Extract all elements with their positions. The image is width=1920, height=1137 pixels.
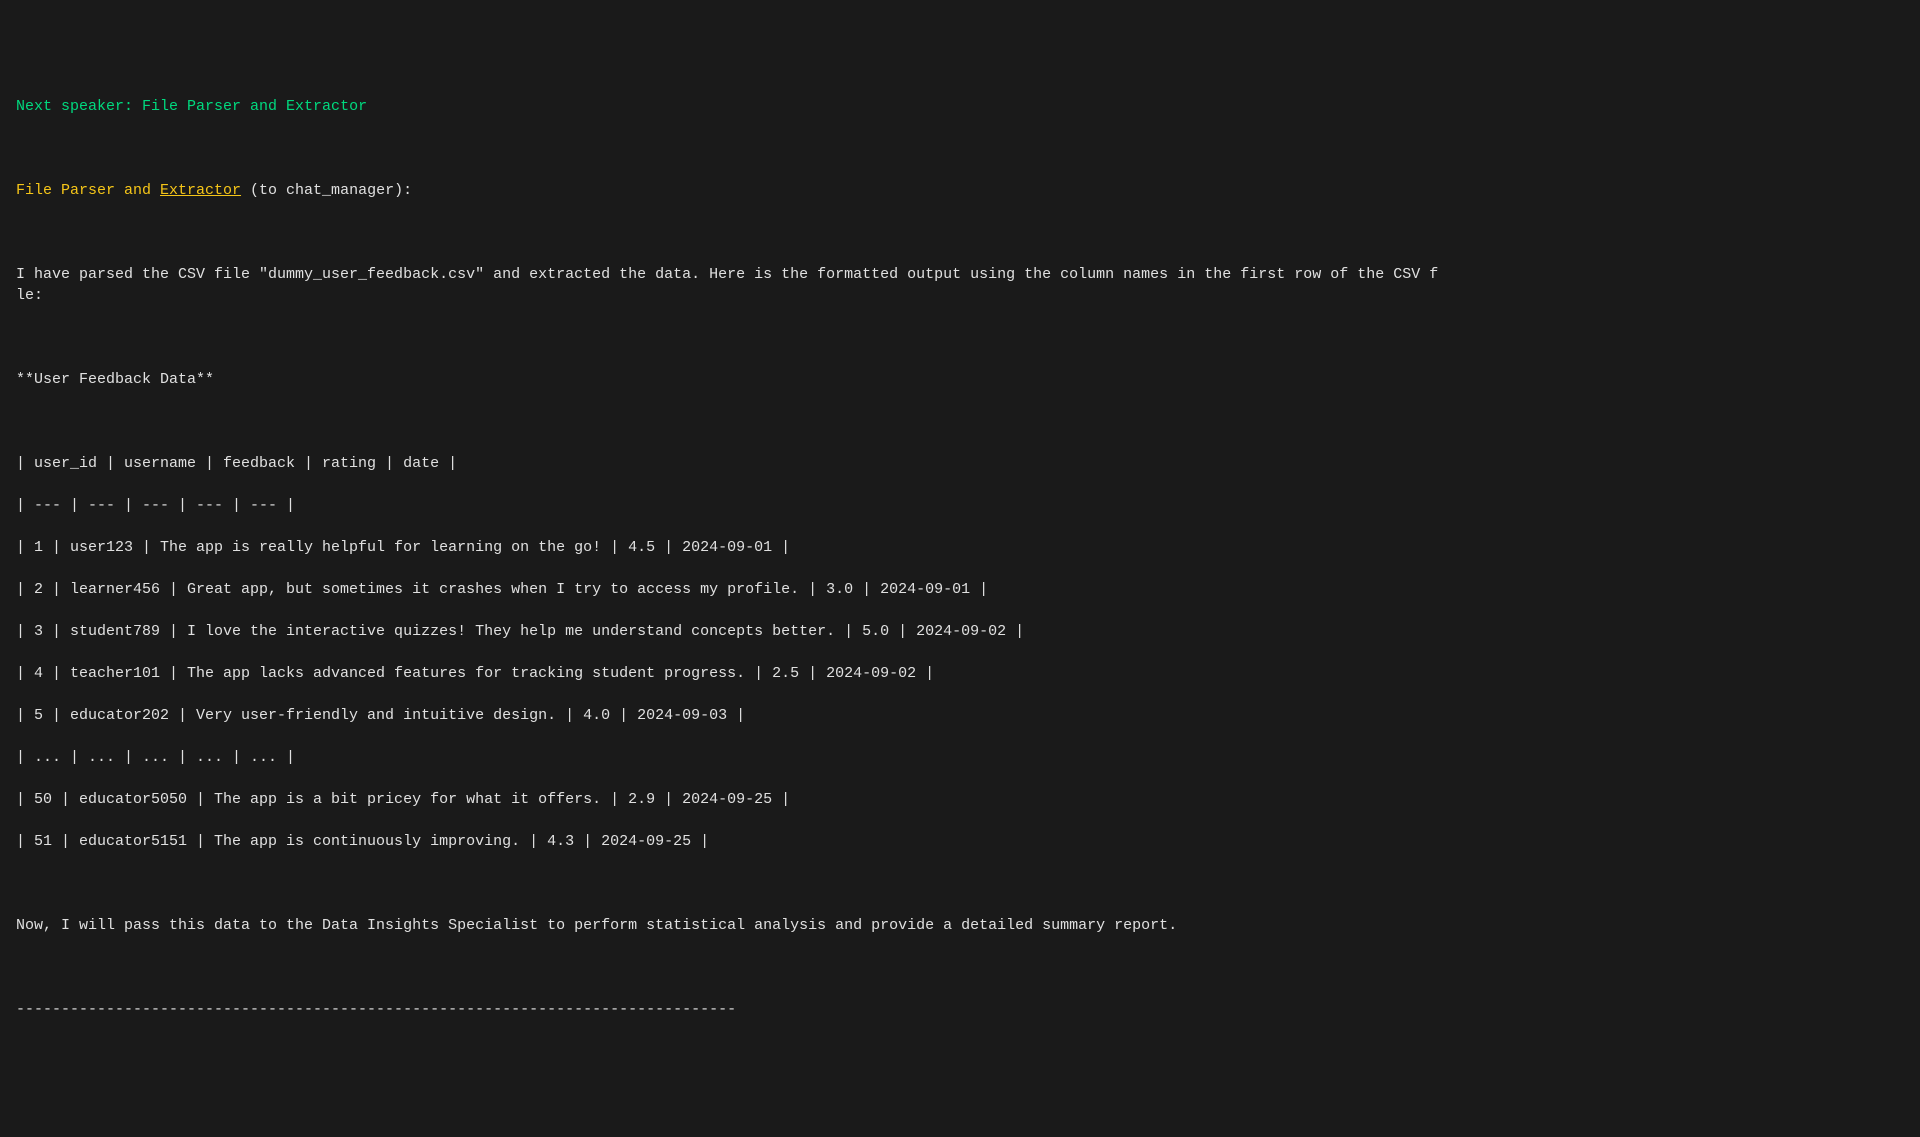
speaker-to-line: File Parser and Extractor (to chat_manag… — [16, 180, 1904, 201]
table-row: | 4 | teacher101 | The app lacks advance… — [16, 663, 1904, 684]
section-title: **User Feedback Data** — [16, 369, 1904, 390]
speaker-name-part2: Extractor — [160, 182, 241, 199]
next-speaker-line: Next speaker: File Parser and Extractor — [16, 96, 1904, 117]
table-header: | user_id | username | feedback | rating… — [16, 453, 1904, 474]
spacer — [16, 411, 1904, 432]
table-row: | 51 | educator5151 | The app is continu… — [16, 831, 1904, 852]
table-row: | 3 | student789 | I love the interactiv… — [16, 621, 1904, 642]
next-speaker-name: File Parser and Extractor — [142, 98, 367, 115]
table-row: | ... | ... | ... | ... | ... | — [16, 747, 1904, 768]
spacer — [16, 957, 1904, 978]
table-row: | 1 | user123 | The app is really helpfu… — [16, 537, 1904, 558]
spacer — [16, 138, 1904, 159]
speaker-suffix: (to chat_manager): — [241, 182, 412, 199]
next-speaker-prefix: Next speaker: — [16, 98, 142, 115]
table-divider: | --- | --- | --- | --- | --- | — [16, 495, 1904, 516]
outro-text: Now, I will pass this data to the Data I… — [16, 915, 1904, 936]
intro-text: I have parsed the CSV file "dummy_user_f… — [16, 264, 1904, 306]
table-row: | 2 | learner456 | Great app, but someti… — [16, 579, 1904, 600]
table-row: | 5 | educator202 | Very user-friendly a… — [16, 705, 1904, 726]
spacer — [16, 327, 1904, 348]
table-row: | 50 | educator5050 | The app is a bit p… — [16, 789, 1904, 810]
spacer — [16, 873, 1904, 894]
separator-line: ----------------------------------------… — [16, 999, 1904, 1020]
speaker-name-part1: File Parser and — [16, 182, 160, 199]
spacer — [16, 222, 1904, 243]
